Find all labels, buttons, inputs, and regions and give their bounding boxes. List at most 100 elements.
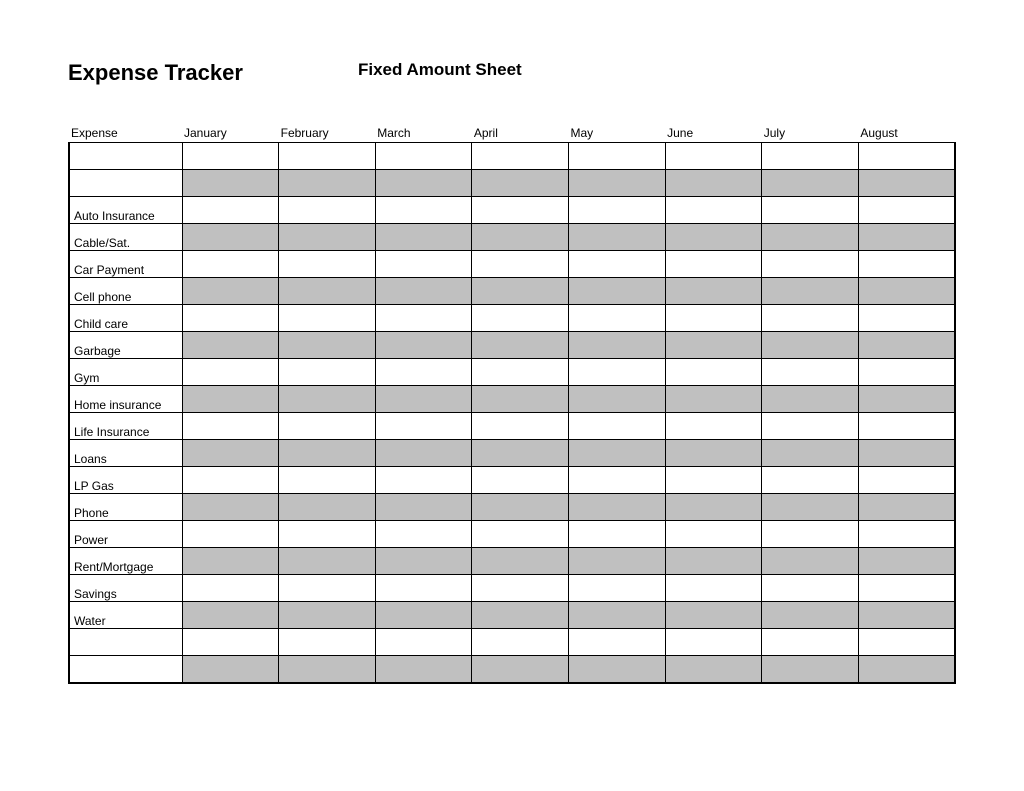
amount-cell[interactable] (182, 656, 279, 683)
amount-cell[interactable] (279, 278, 376, 305)
amount-cell[interactable] (858, 305, 955, 332)
amount-cell[interactable] (375, 386, 472, 413)
amount-cell[interactable] (279, 494, 376, 521)
amount-cell[interactable] (279, 521, 376, 548)
amount-cell[interactable] (182, 278, 279, 305)
amount-cell[interactable] (762, 251, 859, 278)
amount-cell[interactable] (472, 305, 569, 332)
amount-cell[interactable] (182, 548, 279, 575)
amount-cell[interactable] (375, 575, 472, 602)
amount-cell[interactable] (665, 602, 762, 629)
amount-cell[interactable] (569, 575, 666, 602)
amount-cell[interactable] (762, 575, 859, 602)
amount-cell[interactable] (665, 224, 762, 251)
amount-cell[interactable] (569, 305, 666, 332)
amount-cell[interactable] (762, 197, 859, 224)
amount-cell[interactable] (279, 305, 376, 332)
amount-cell[interactable] (762, 656, 859, 683)
amount-cell[interactable] (182, 575, 279, 602)
amount-cell[interactable] (665, 521, 762, 548)
amount-cell[interactable] (762, 224, 859, 251)
amount-cell[interactable] (182, 494, 279, 521)
amount-cell[interactable] (665, 359, 762, 386)
amount-cell[interactable] (569, 278, 666, 305)
amount-cell[interactable] (182, 521, 279, 548)
amount-cell[interactable] (569, 170, 666, 197)
amount-cell[interactable] (375, 251, 472, 278)
amount-cell[interactable] (858, 278, 955, 305)
amount-cell[interactable] (279, 197, 376, 224)
amount-cell[interactable] (375, 359, 472, 386)
amount-cell[interactable] (665, 494, 762, 521)
amount-cell[interactable] (375, 548, 472, 575)
amount-cell[interactable] (569, 656, 666, 683)
amount-cell[interactable] (375, 656, 472, 683)
amount-cell[interactable] (665, 629, 762, 656)
amount-cell[interactable] (375, 305, 472, 332)
amount-cell[interactable] (279, 413, 376, 440)
amount-cell[interactable] (472, 440, 569, 467)
amount-cell[interactable] (665, 467, 762, 494)
amount-cell[interactable] (182, 197, 279, 224)
amount-cell[interactable] (472, 413, 569, 440)
amount-cell[interactable] (858, 575, 955, 602)
amount-cell[interactable] (375, 413, 472, 440)
amount-cell[interactable] (375, 332, 472, 359)
amount-cell[interactable] (279, 656, 376, 683)
amount-cell[interactable] (182, 440, 279, 467)
amount-cell[interactable] (858, 359, 955, 386)
amount-cell[interactable] (762, 413, 859, 440)
amount-cell[interactable] (182, 170, 279, 197)
amount-cell[interactable] (375, 224, 472, 251)
amount-cell[interactable] (569, 413, 666, 440)
amount-cell[interactable] (858, 440, 955, 467)
amount-cell[interactable] (279, 602, 376, 629)
amount-cell[interactable] (472, 386, 569, 413)
amount-cell[interactable] (858, 467, 955, 494)
amount-cell[interactable] (858, 170, 955, 197)
amount-cell[interactable] (858, 332, 955, 359)
amount-cell[interactable] (569, 197, 666, 224)
amount-cell[interactable] (472, 251, 569, 278)
amount-cell[interactable] (762, 548, 859, 575)
amount-cell[interactable] (375, 278, 472, 305)
amount-cell[interactable] (665, 278, 762, 305)
amount-cell[interactable] (665, 143, 762, 170)
amount-cell[interactable] (375, 197, 472, 224)
amount-cell[interactable] (279, 251, 376, 278)
amount-cell[interactable] (279, 575, 376, 602)
amount-cell[interactable] (858, 494, 955, 521)
amount-cell[interactable] (665, 656, 762, 683)
amount-cell[interactable] (762, 629, 859, 656)
amount-cell[interactable] (279, 440, 376, 467)
amount-cell[interactable] (762, 305, 859, 332)
amount-cell[interactable] (472, 575, 569, 602)
amount-cell[interactable] (182, 629, 279, 656)
amount-cell[interactable] (569, 548, 666, 575)
amount-cell[interactable] (762, 440, 859, 467)
amount-cell[interactable] (762, 359, 859, 386)
amount-cell[interactable] (182, 305, 279, 332)
amount-cell[interactable] (375, 629, 472, 656)
amount-cell[interactable] (858, 197, 955, 224)
amount-cell[interactable] (279, 170, 376, 197)
amount-cell[interactable] (279, 548, 376, 575)
amount-cell[interactable] (472, 629, 569, 656)
amount-cell[interactable] (472, 197, 569, 224)
amount-cell[interactable] (569, 386, 666, 413)
amount-cell[interactable] (569, 521, 666, 548)
amount-cell[interactable] (182, 143, 279, 170)
amount-cell[interactable] (375, 467, 472, 494)
amount-cell[interactable] (472, 332, 569, 359)
amount-cell[interactable] (665, 386, 762, 413)
amount-cell[interactable] (762, 494, 859, 521)
amount-cell[interactable] (375, 602, 472, 629)
amount-cell[interactable] (279, 467, 376, 494)
amount-cell[interactable] (279, 386, 376, 413)
amount-cell[interactable] (375, 521, 472, 548)
amount-cell[interactable] (569, 629, 666, 656)
amount-cell[interactable] (472, 170, 569, 197)
amount-cell[interactable] (569, 467, 666, 494)
amount-cell[interactable] (858, 224, 955, 251)
amount-cell[interactable] (858, 602, 955, 629)
